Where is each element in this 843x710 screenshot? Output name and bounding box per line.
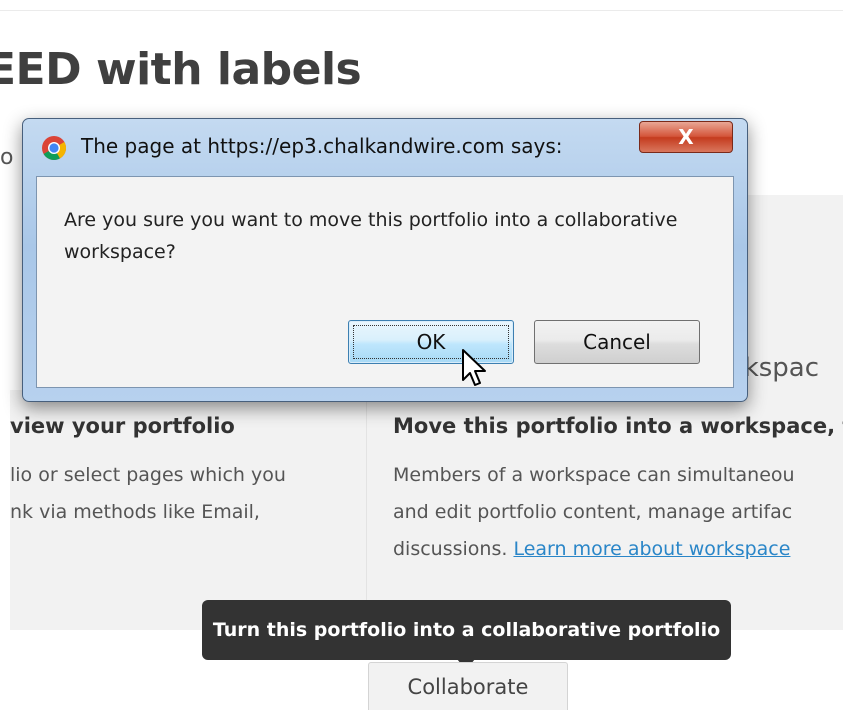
dialog-body: Are you sure you want to move this portf… bbox=[36, 176, 734, 388]
share-description-line: lio or select pages which you bbox=[10, 464, 286, 486]
chrome-icon bbox=[42, 136, 67, 161]
close-icon: X bbox=[678, 125, 694, 149]
dialog-message: Are you sure you want to move this portf… bbox=[64, 209, 678, 263]
mouse-cursor-icon bbox=[462, 349, 486, 386]
learn-more-link[interactable]: Learn more about workspace bbox=[513, 538, 790, 560]
collaborate-button[interactable]: Collaborate bbox=[368, 662, 568, 710]
dialog-title: The page at https://ep3.chalkandwire.com… bbox=[81, 134, 563, 158]
page-title: EED with labels bbox=[0, 44, 362, 95]
workspace-description-prefix: discussions. bbox=[393, 538, 514, 560]
workspace-description-line: discussions. Learn more about workspace bbox=[393, 531, 795, 568]
workspace-description-line: Members of a workspace can simultaneou bbox=[393, 464, 795, 486]
workspace-option-heading: Move this portfolio into a workspace, th bbox=[393, 414, 843, 438]
close-button[interactable]: X bbox=[639, 121, 733, 153]
cancel-button[interactable]: Cancel bbox=[534, 320, 700, 364]
top-divider bbox=[0, 10, 843, 11]
partial-text: o bbox=[0, 145, 14, 170]
workspace-option-description: Members of a workspace can simultaneou a… bbox=[393, 457, 795, 568]
share-option-description: lio or select pages which you nk via met… bbox=[10, 457, 286, 531]
collaborate-tooltip: Turn this portfolio into a collaborative… bbox=[202, 600, 731, 660]
options-divider bbox=[366, 390, 367, 600]
workspace-description-line: and edit portfolio content, manage artif… bbox=[393, 501, 793, 523]
confirm-dialog: The page at https://ep3.chalkandwire.com… bbox=[22, 118, 748, 402]
tooltip-text: Turn this portfolio into a collaborative… bbox=[212, 619, 721, 641]
share-option-heading: view your portfolio bbox=[10, 414, 235, 438]
share-description-line: nk via methods like Email, bbox=[10, 501, 260, 523]
